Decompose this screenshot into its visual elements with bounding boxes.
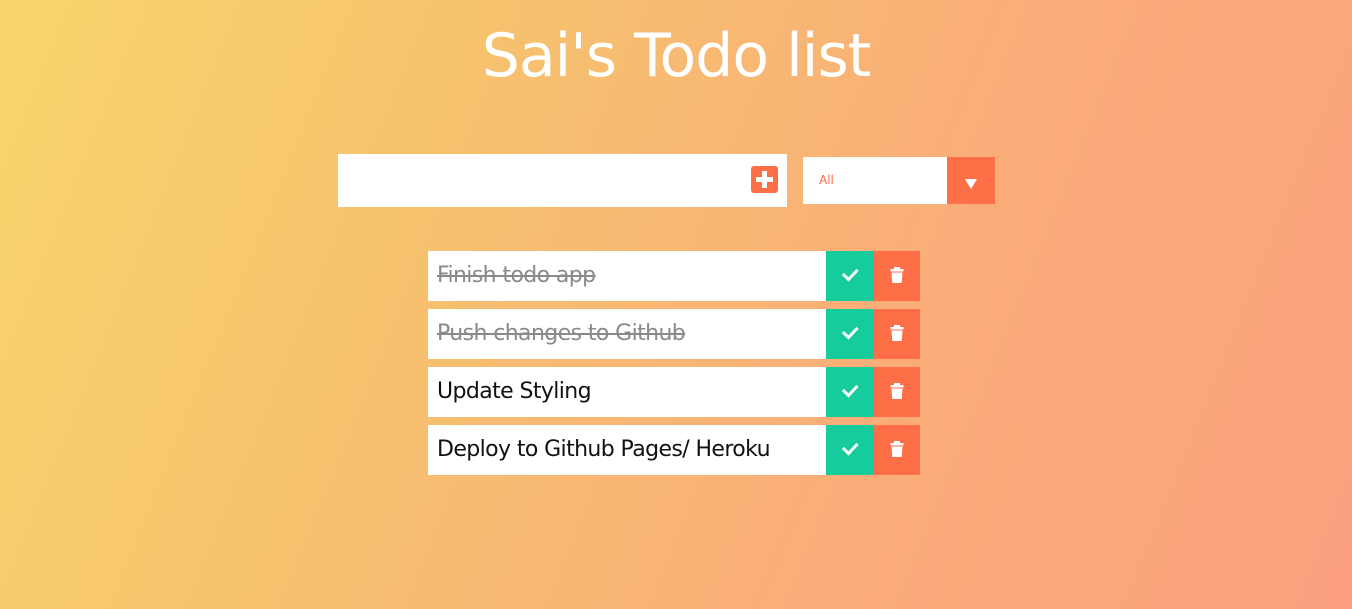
filter-dropdown-button[interactable] <box>947 157 995 204</box>
check-icon <box>841 326 859 340</box>
todo-item: Finish todo app <box>428 251 920 301</box>
page-title: Sai's Todo list <box>481 21 872 91</box>
todo-form <box>338 154 787 207</box>
check-icon <box>841 268 859 282</box>
todo-text: Finish todo app <box>437 263 596 288</box>
todo-item: Push changes to Github <box>428 309 920 359</box>
trash-icon <box>890 325 904 341</box>
trash-icon <box>890 267 904 283</box>
complete-button[interactable] <box>826 367 874 417</box>
check-icon <box>841 384 859 398</box>
todo-item: Deploy to Github Pages/ Heroku <box>428 425 920 475</box>
caret-down-icon <box>965 179 977 189</box>
todo-list: Finish todo app Push changes to Github U… <box>428 251 920 483</box>
complete-button[interactable] <box>826 251 874 301</box>
todo-text: Deploy to Github Pages/ Heroku <box>437 437 771 462</box>
todo-text: Update Styling <box>437 379 592 404</box>
add-todo-button[interactable] <box>751 166 778 193</box>
check-icon <box>841 442 859 456</box>
filter-select[interactable]: All <box>803 157 995 204</box>
complete-button[interactable] <box>826 425 874 475</box>
todo-input[interactable] <box>338 154 738 207</box>
todo-item: Update Styling <box>428 367 920 417</box>
delete-button[interactable] <box>874 367 920 417</box>
complete-button[interactable] <box>826 309 874 359</box>
filter-selected-value: All <box>819 173 834 187</box>
trash-icon <box>890 383 904 399</box>
trash-icon <box>890 441 904 457</box>
plus-icon <box>756 171 773 188</box>
delete-button[interactable] <box>874 251 920 301</box>
delete-button[interactable] <box>874 425 920 475</box>
delete-button[interactable] <box>874 309 920 359</box>
todo-text: Push changes to Github <box>437 321 686 346</box>
